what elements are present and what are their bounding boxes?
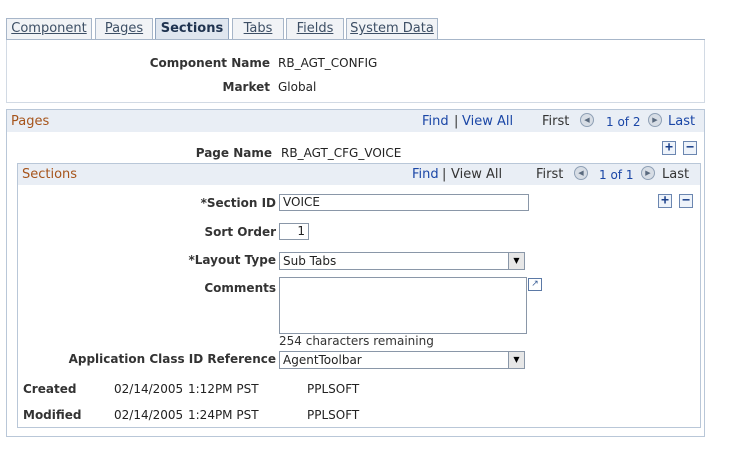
pages-row-count: 1 of 2 bbox=[606, 115, 641, 129]
app-class-id-label: Application Class ID Reference bbox=[68, 352, 276, 366]
comments-textarea[interactable] bbox=[279, 277, 527, 334]
tab-label: Tabs bbox=[243, 21, 273, 36]
pages-view-all-link[interactable]: View All bbox=[462, 114, 513, 129]
sections-last-label: Last bbox=[662, 167, 690, 182]
tab-label: Sections bbox=[160, 21, 224, 36]
characters-remaining: 254 characters remaining bbox=[279, 334, 434, 348]
next-arrow-icon[interactable]: ▶ bbox=[648, 113, 662, 127]
add-page-row-plus-icon[interactable]: + bbox=[662, 141, 676, 155]
section-id-label: *Section ID bbox=[200, 196, 276, 210]
modified-time: 1:24PM PST bbox=[188, 408, 259, 422]
tab-tabs[interactable]: Tabs bbox=[232, 18, 284, 40]
prev-arrow-icon[interactable]: ◀ bbox=[580, 113, 594, 127]
sections-row-count: 1 of 1 bbox=[599, 168, 634, 182]
section-id-input[interactable]: VOICE bbox=[279, 194, 529, 211]
tab-component[interactable]: Component bbox=[6, 18, 92, 40]
tab-bar: Component Pages Sections Tabs Fields Sys… bbox=[6, 18, 706, 40]
expand-textarea-icon[interactable]: ↗ bbox=[528, 278, 542, 291]
comments-label: Comments bbox=[204, 281, 276, 295]
pages-header bbox=[7, 110, 704, 132]
pages-separator: | bbox=[454, 114, 459, 129]
tab-pages[interactable]: Pages bbox=[95, 18, 153, 40]
component-name-label: Component Name bbox=[149, 56, 270, 70]
delete-section-row-minus-icon[interactable]: − bbox=[679, 194, 693, 208]
tab-label: System Data bbox=[350, 21, 434, 36]
sections-header bbox=[18, 164, 700, 185]
sections-title: Sections bbox=[22, 167, 78, 182]
sort-order-label: Sort Order bbox=[204, 225, 276, 239]
page-name-label: Page Name bbox=[195, 146, 272, 160]
chevron-down-icon[interactable]: ▼ bbox=[508, 253, 524, 269]
modified-label: Modified bbox=[23, 408, 82, 422]
pages-last-link[interactable]: Last bbox=[668, 114, 695, 129]
add-section-row-plus-icon[interactable]: + bbox=[658, 194, 672, 208]
created-label: Created bbox=[23, 382, 77, 396]
market-value: Global bbox=[278, 80, 317, 94]
created-time: 1:12PM PST bbox=[188, 382, 259, 396]
modified-by: PPLSOFT bbox=[307, 408, 360, 422]
modified-date: 02/14/2005 bbox=[114, 408, 184, 422]
component-name-value: RB_AGT_CONFIG bbox=[278, 56, 378, 70]
layout-type-value: Sub Tabs bbox=[283, 254, 337, 268]
sections-separator: | bbox=[442, 167, 447, 182]
sections-find-link[interactable]: Find bbox=[412, 167, 439, 182]
pages-title: Pages bbox=[11, 114, 50, 129]
pages-find-link[interactable]: Find bbox=[422, 114, 449, 129]
sections-view-all-link[interactable]: View All bbox=[451, 167, 502, 182]
page-name-value: RB_AGT_CFG_VOICE bbox=[281, 146, 402, 160]
created-by: PPLSOFT bbox=[307, 382, 360, 396]
sort-order-input[interactable]: 1 bbox=[279, 223, 309, 240]
layout-type-label: *Layout Type bbox=[188, 253, 277, 267]
app-class-id-select[interactable]: AgentToolbar ▼ bbox=[279, 351, 525, 369]
created-date: 02/14/2005 bbox=[114, 382, 184, 396]
chevron-down-icon[interactable]: ▼ bbox=[508, 352, 524, 368]
market-label: Market bbox=[222, 80, 271, 94]
tab-system-data[interactable]: System Data bbox=[346, 18, 438, 40]
prev-arrow-icon[interactable]: ◀ bbox=[574, 166, 588, 180]
layout-type-select[interactable]: Sub Tabs ▼ bbox=[279, 252, 525, 270]
delete-page-row-minus-icon[interactable]: − bbox=[683, 141, 697, 155]
tab-label: Fields bbox=[296, 21, 334, 36]
tab-fields[interactable]: Fields bbox=[286, 18, 344, 40]
tab-sections[interactable]: Sections bbox=[155, 18, 229, 40]
tab-label: Pages bbox=[104, 21, 144, 36]
sections-first-label: First bbox=[536, 167, 564, 182]
pages-first-label: First bbox=[542, 114, 570, 129]
tab-label: Component bbox=[11, 21, 87, 36]
app-class-id-value: AgentToolbar bbox=[283, 353, 362, 367]
next-arrow-icon[interactable]: ▶ bbox=[641, 166, 655, 180]
